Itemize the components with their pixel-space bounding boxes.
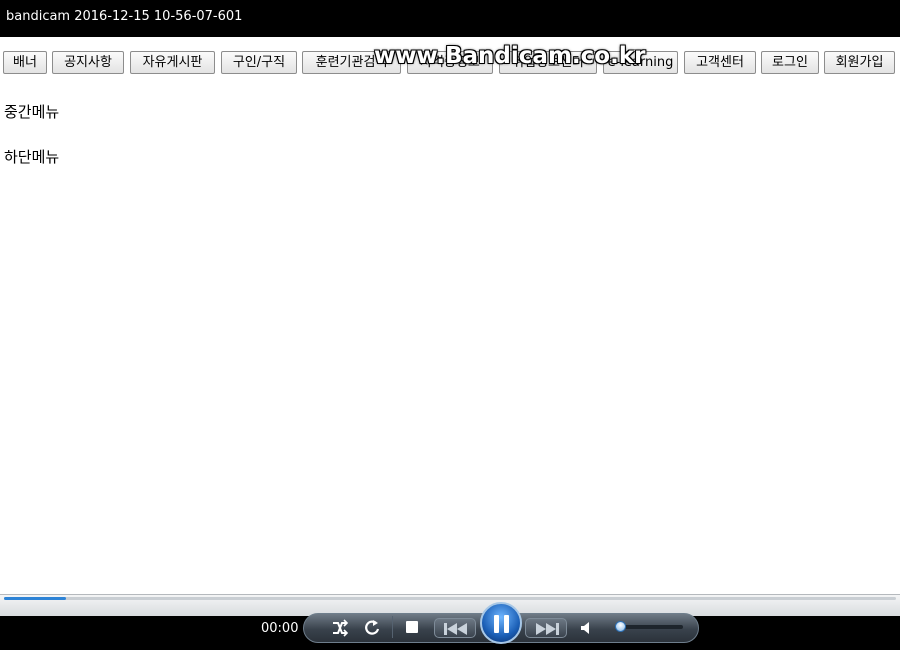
previous-button[interactable] [434,618,476,638]
menu-button-notice[interactable]: 공지사항 [52,51,124,74]
seek-track[interactable] [4,597,896,600]
volume-knob[interactable] [615,621,626,632]
window-title: bandicam 2016-12-15 10-56-07-601 [6,9,243,24]
bottom-menu-label: 하단메뉴 [4,148,60,166]
menu-button-jobs[interactable]: 구인/구직 [221,51,297,74]
menu-button-banner[interactable]: 배너 [3,51,47,74]
menu-button-signup[interactable]: 회원가입 [824,51,895,74]
repeat-icon[interactable] [363,619,381,637]
pause-button[interactable] [480,602,522,644]
shuffle-icon[interactable] [331,619,349,637]
player-controls: 00:00 [0,602,900,650]
seek-progress [4,597,66,600]
web-page: 배너 공지사항 자유게시판 구인/구직 훈련기관검색 자격증정보 취업정보센터 … [0,37,900,594]
menu-button-customer-center[interactable]: 고객센터 [684,51,756,74]
controls-divider [392,616,393,638]
menu-button-login[interactable]: 로그인 [761,51,819,74]
window-titlebar: bandicam 2016-12-15 10-56-07-601 [0,0,900,37]
stop-icon[interactable] [406,621,418,633]
previous-icon [444,623,467,635]
pause-icon [494,615,499,633]
next-button[interactable] [525,618,567,638]
middle-menu-label: 중간메뉴 [4,103,60,121]
menu-button-free-board[interactable]: 자유게시판 [130,51,215,74]
bandicam-watermark: www.Bandicam.co.kr [374,43,646,69]
pause-icon-bar [504,615,509,633]
elapsed-time: 00:00 [261,621,299,636]
volume-icon[interactable] [580,619,594,637]
next-icon [536,623,559,635]
